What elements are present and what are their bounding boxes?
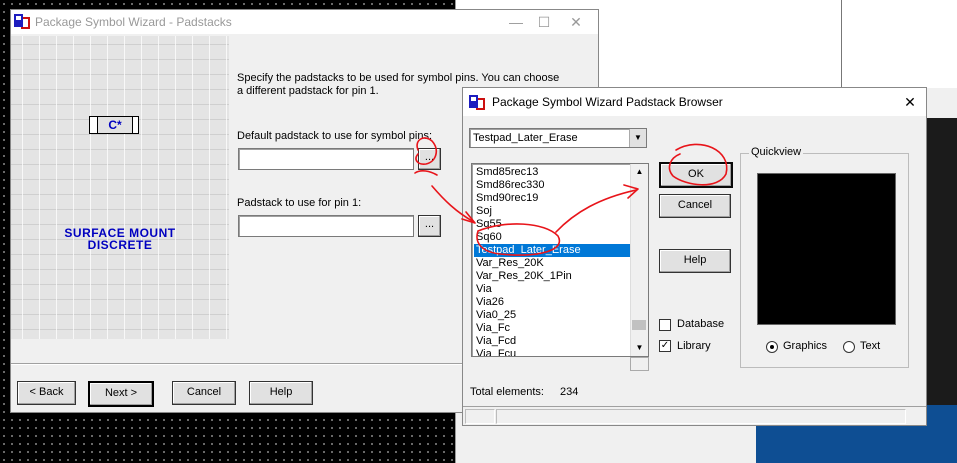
list-item[interactable]: Via_Fcu <box>474 348 634 356</box>
graphics-radio-label: Graphics <box>783 340 828 352</box>
chip-symbol-graphic: C* <box>89 116 139 134</box>
app-icon <box>469 95 485 110</box>
background-separator <box>841 0 842 88</box>
package-type-label: SURFACE MOUNT DISCRETE <box>11 227 229 251</box>
scrollbar-thumb[interactable] <box>632 320 646 330</box>
quickview-preview <box>757 173 896 325</box>
padstack-browser-dialog: Package Symbol Wizard Padstack Browser ✕… <box>462 87 927 426</box>
list-item[interactable]: Sq60 <box>474 231 634 244</box>
cancel-button[interactable]: Cancel <box>172 381 236 405</box>
default-padstack-label: Default padstack to use for symbol pins: <box>237 130 433 142</box>
cancel-button[interactable]: Cancel <box>659 194 731 218</box>
close-icon[interactable]: ✕ <box>896 92 924 112</box>
package-type-line2: DISCRETE <box>87 238 153 252</box>
instructions-line1: Specify the padstacks to be used for sym… <box>237 72 560 84</box>
ok-button[interactable]: OK <box>659 162 733 188</box>
list-item[interactable]: Via0_25 <box>474 309 634 322</box>
text-radio-label: Text <box>860 340 881 352</box>
status-pane <box>465 409 495 424</box>
back-button[interactable]: < Back <box>17 381 76 405</box>
text-radio[interactable] <box>843 341 855 353</box>
database-checkbox[interactable] <box>659 319 671 331</box>
browser-title: Package Symbol Wizard Padstack Browser <box>492 95 723 109</box>
browser-statusbar <box>463 406 926 425</box>
list-item[interactable]: Var_Res_20K_1Pin <box>474 270 634 283</box>
scroll-down-icon[interactable]: ▼ <box>631 340 648 356</box>
quickview-label: Quickview <box>749 146 804 158</box>
minimize-icon[interactable]: — <box>502 12 530 32</box>
list-item[interactable]: Via_Fcd <box>474 335 634 348</box>
list-item-selected[interactable]: Testpad_Later_Erase <box>474 244 634 257</box>
wizard-side-image <box>11 36 229 339</box>
padstack-listbox[interactable]: Smd85rec13 Smd86rec330 Smd90rec19 Soj Sq55 Sq… <box>471 163 649 357</box>
library-checkbox[interactable]: ✓ <box>659 340 671 352</box>
padstack-filter-combobox[interactable]: Testpad_Later_Erase ▼ <box>469 128 647 148</box>
maximize-icon[interactable]: ☐ <box>530 12 558 32</box>
help-button[interactable]: Help <box>249 381 313 405</box>
list-item[interactable]: Soj <box>474 205 634 218</box>
total-elements-label: Total elements: <box>470 386 544 398</box>
scroll-up-icon[interactable]: ▲ <box>631 164 648 180</box>
list-item[interactable]: Smd86rec330 <box>474 179 634 192</box>
app-icon <box>14 14 30 29</box>
chip-label: C* <box>97 116 133 134</box>
next-button[interactable]: Next > <box>88 381 154 407</box>
wizard-title: Package Symbol Wizard - Padstacks <box>35 15 232 29</box>
default-padstack-browse-button[interactable]: ... <box>418 148 441 170</box>
graphics-radio[interactable] <box>766 341 778 353</box>
pin1-padstack-input[interactable] <box>238 215 414 237</box>
close-icon[interactable]: ✕ <box>562 12 590 32</box>
padstack-filter-value: Testpad_Later_Erase <box>473 132 578 144</box>
wizard-titlebar[interactable]: Package Symbol Wizard - Padstacks — ☐ ✕ <box>11 10 598 34</box>
default-padstack-input[interactable] <box>238 148 414 170</box>
list-item[interactable]: Via26 <box>474 296 634 309</box>
status-pane <box>496 409 906 424</box>
total-elements-value: 234 <box>560 386 579 398</box>
pin1-padstack-label: Padstack to use for pin 1: <box>237 197 362 209</box>
database-checkbox-label: Database <box>677 318 725 330</box>
list-item[interactable]: Via_Fc <box>474 322 634 335</box>
scrollbar-corner <box>630 357 649 371</box>
browser-titlebar[interactable]: Package Symbol Wizard Padstack Browser ✕ <box>463 88 926 116</box>
library-checkbox-label: Library <box>677 340 711 352</box>
list-item[interactable]: Via <box>474 283 634 296</box>
listbox-vertical-scrollbar[interactable]: ▲ ▼ <box>630 164 648 356</box>
pin1-padstack-browse-button[interactable]: ... <box>418 215 441 237</box>
list-item[interactable]: Smd90rec19 <box>474 192 634 205</box>
list-item[interactable]: Sq55 <box>474 218 634 231</box>
list-item[interactable]: Smd85rec13 <box>474 166 634 179</box>
chevron-down-icon[interactable]: ▼ <box>629 129 646 147</box>
help-button[interactable]: Help <box>659 249 731 273</box>
list-item[interactable]: Var_Res_20K <box>474 257 634 270</box>
